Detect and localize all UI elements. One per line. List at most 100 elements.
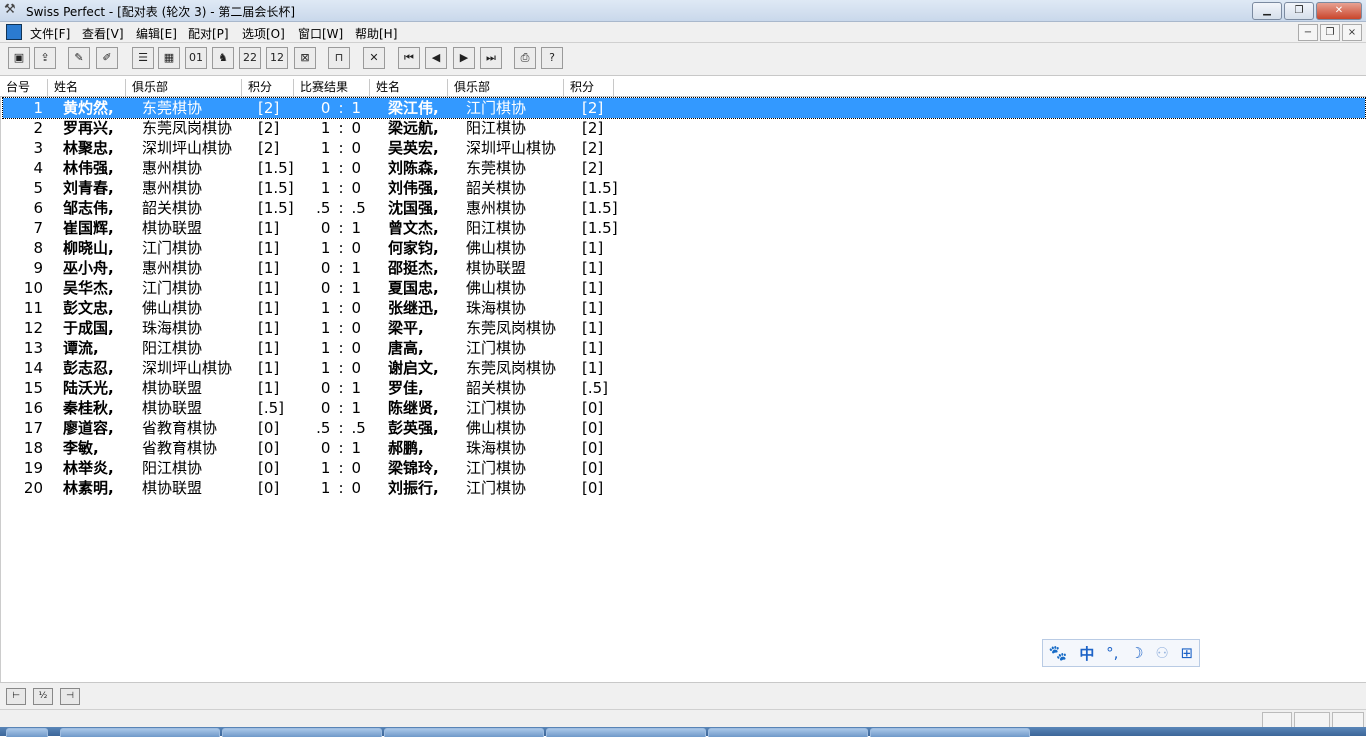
minimize-button[interactable]: ▁ [1252,2,1282,20]
header-name-2[interactable]: 姓名 [370,79,448,96]
result-separator: : [338,439,344,457]
table-row[interactable]: 19 林举炎, 阳江棋协 [0] 1:0 梁锦玲, 江门棋协 [0] [3,458,1365,478]
export-button[interactable]: ⊠ [294,47,316,69]
menu-options[interactable]: 选项[O] [242,25,285,42]
table-row[interactable]: 3 林聚忠, 深圳坪山棋协 [2] 1:0 吴英宏, 深圳坪山棋协 [2] [3,138,1365,158]
table-row[interactable]: 18 李敏, 省教育棋协 [0] 0:1 郝鹏, 珠海棋协 [0] [3,438,1365,458]
mdi-minimize-button[interactable]: − [1298,24,1318,41]
player-2-name: 何家钧, [388,239,439,257]
grid-icon[interactable]: ⊞ [1181,644,1194,662]
result-player-2: 1 [351,399,362,417]
table-row[interactable]: 5 刘青春, 惠州棋协 [1.5] 1:0 刘伟强, 韶关棋协 [1.5] [3,178,1365,198]
half-point-button[interactable]: ½ [33,688,53,705]
menu-help[interactable]: 帮助[H] [355,25,397,42]
player-2-score: [1] [582,359,604,377]
paw-icon[interactable]: 🐾 [1049,644,1068,662]
player-1-club: 惠州棋协 [142,159,203,177]
table-row[interactable]: 12 于成国, 珠海棋协 [1] 1:0 梁平, 东莞凤岗棋协 [1] [3,318,1365,338]
user-icon[interactable]: ⚇ [1155,644,1168,662]
player-1-score: [2] [258,119,280,137]
table-row[interactable]: 2 罗再兴, 东莞凤岗棋协 [2] 1:0 梁远航, 阳江棋协 [2] [3,118,1365,138]
table-row[interactable]: 14 彭志忍, 深圳坪山棋协 [1] 1:0 谢启文, 东莞凤岗棋协 [1] [3,358,1365,378]
document-icon[interactable] [6,24,22,40]
menu-window[interactable]: 窗口[W] [298,25,343,42]
open-tournament-button[interactable]: ⇪ [34,47,56,69]
close-button[interactable]: ✕ [1316,2,1362,20]
chess-piece-button[interactable]: ♞ [212,47,234,69]
table-row[interactable]: 15 陆沃光, 棋协联盟 [1] 0:1 罗佳, 韶关棋协 [.5] [3,378,1365,398]
next-round-button[interactable]: ▶ [453,47,475,69]
new-tournament-button[interactable]: ▣ [8,47,30,69]
last-page-button[interactable]: ⊣ [60,688,80,705]
menu-edit[interactable]: 编辑[E] [136,25,177,42]
result-separator: : [338,319,344,337]
table-row[interactable]: 1 黄灼然, 东莞棋协 [2] 0:1 梁江伟, 江门棋协 [2] [2,97,1366,119]
table-row[interactable]: 6 邹志伟, 韶关棋协 [1.5] .5: .5 沈国强, 惠州棋协 [1.5] [3,198,1365,218]
table-row[interactable]: 10 吴华杰, 江门棋协 [1] 0:1 夏国忠, 佛山棋协 [1] [3,278,1365,298]
chinese-mode-icon[interactable]: 中 [1079,643,1094,664]
punctuation-icon[interactable]: °, [1106,644,1118,662]
player-2-score: [1.5] [582,199,618,217]
rating-1236-button[interactable]: 12 [266,47,288,69]
mdi-close-button[interactable]: × [1342,24,1362,41]
cancel-pairing-button[interactable]: ✕ [363,47,385,69]
player-1-name: 于成国, [63,319,114,337]
player-1-score: [2] [258,99,280,117]
prev-round-button[interactable]: ◀ [425,47,447,69]
binary-pairing-button[interactable]: 01 [185,47,207,69]
maximize-button[interactable]: ❐ [1284,2,1314,20]
moon-icon[interactable]: ☽ [1130,644,1143,662]
menu-view[interactable]: 查看[V] [82,25,124,42]
delete-player-button[interactable]: ✐ [96,47,118,69]
header-board[interactable]: 台号 [0,79,48,96]
header-result[interactable]: 比赛结果 [294,79,370,96]
table-view-button[interactable]: ⊓ [328,47,350,69]
table-row[interactable]: 9 巫小舟, 惠州棋协 [1] 0:1 邵挺杰, 棋协联盟 [1] [3,258,1365,278]
header-score-2[interactable]: 积分 [564,79,614,96]
player-1-score: [1] [258,319,280,337]
last-round-button[interactable]: ⏭ [480,47,502,69]
mdi-restore-button[interactable]: ❐ [1320,24,1340,41]
board-number: 18 [23,439,43,457]
player-1-club: 棋协联盟 [142,219,203,237]
status-panel-3 [1332,712,1364,728]
crosstable-button[interactable]: ▦ [158,47,180,69]
header-club-1[interactable]: 俱乐部 [126,79,242,96]
result-player-1: 0 [320,279,331,297]
player-2-club: 棋协联盟 [466,259,527,277]
player-2-score: [1] [582,299,604,317]
menu-file[interactable]: 文件[F] [30,25,70,42]
table-row[interactable]: 11 彭文忠, 佛山棋协 [1] 1:0 张继迅, 珠海棋协 [1] [3,298,1365,318]
player-list-button[interactable]: ☰ [132,47,154,69]
table-row[interactable]: 8 柳晓山, 江门棋协 [1] 1:0 何家钧, 佛山棋协 [1] [3,238,1365,258]
player-1-name: 吴华杰, [63,279,114,297]
table-row[interactable]: 20 林素明, 棋协联盟 [0] 1:0 刘振行, 江门棋协 [0] [3,478,1365,498]
menu-pairing[interactable]: 配对[P] [188,25,229,42]
result-player-1: 1 [320,299,331,317]
player-2-club: 东莞凤岗棋协 [466,359,557,377]
result-player-1: .5 [316,199,331,217]
result-separator: : [338,139,344,157]
table-row[interactable]: 16 秦桂秋, 棋协联盟 [.5] 0:1 陈继贤, 江门棋协 [0] [3,398,1365,418]
edit-player-button[interactable]: ✎ [68,47,90,69]
player-1-score: [0] [258,439,280,457]
result-separator: : [338,419,344,437]
player-2-club: 韶关棋协 [466,379,527,397]
table-row[interactable]: 13 谭流, 阳江棋协 [1] 1:0 唐高, 江门棋协 [1] [3,338,1365,358]
rating-2285-button[interactable]: 22 [239,47,261,69]
bottom-toolbar: ⊢ ½ ⊣ [0,682,1366,709]
first-round-button[interactable]: ⏮ [398,47,420,69]
help-button[interactable]: ? [541,47,563,69]
print-button[interactable]: ⎙ [514,47,536,69]
header-club-2[interactable]: 俱乐部 [448,79,564,96]
match-result: 1:0 [303,318,379,338]
table-row[interactable]: 7 崔国辉, 棋协联盟 [1] 0:1 曾文杰, 阳江棋协 [1.5] [3,218,1365,238]
first-page-button[interactable]: ⊢ [6,688,26,705]
player-1-name: 邹志伟, [63,199,114,217]
table-row[interactable]: 17 廖道容, 省教育棋协 [0] .5: .5 彭英强, 佛山棋协 [0] [3,418,1365,438]
header-score-1[interactable]: 积分 [242,79,294,96]
table-row[interactable]: 4 林伟强, 惠州棋协 [1.5] 1:0 刘陈森, 东莞棋协 [2] [3,158,1365,178]
board-number: 5 [33,179,43,197]
header-name-1[interactable]: 姓名 [48,79,126,96]
result-separator: : [338,339,344,357]
